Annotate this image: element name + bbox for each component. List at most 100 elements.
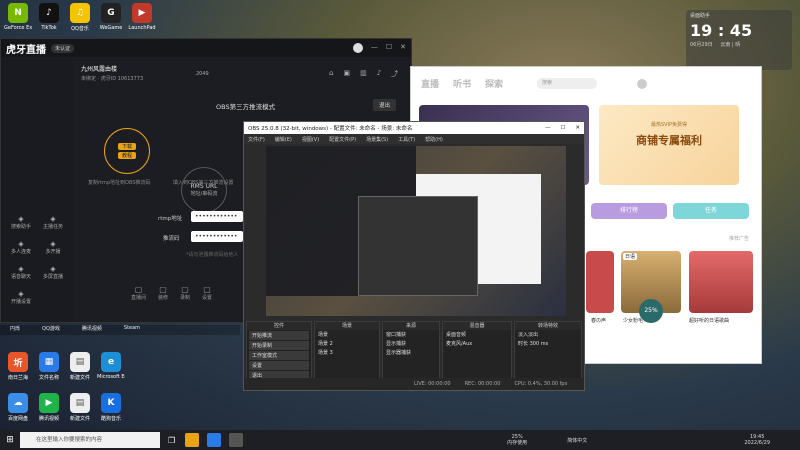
- sidebar-item[interactable]: ◈ 多人连麦: [5, 240, 37, 255]
- dock-row[interactable]: 工作室模式: [249, 351, 309, 360]
- windows-start-icon[interactable]: ⊞: [0, 435, 20, 445]
- desktop-icon[interactable]: N GeForce Experience: [4, 3, 32, 31]
- card-title: 春の声: [591, 318, 607, 324]
- taskbar-app-icon[interactable]: [229, 433, 244, 447]
- tab-2[interactable]: 探索: [485, 77, 503, 90]
- bottom-tool[interactable]: ▢ 装修: [158, 285, 168, 301]
- shelf-label[interactable]: QQ游戏: [42, 325, 60, 335]
- desktop-icon[interactable]: e Microsoft Edge: [97, 352, 125, 380]
- obs-menu-item[interactable]: 工具(T): [398, 136, 415, 143]
- dock-row[interactable]: 显示捕获: [383, 339, 439, 348]
- obs-menu-item[interactable]: 文件(F): [248, 136, 265, 143]
- stream-sidebar: ◈ 搜索助手 ◈ 主播任务 ◈ 多人连麦 ◈ 多开播 ◈ 语音聊天 ◈ 多屏直播 ◈ 开播设置: [1, 57, 73, 322]
- app-icon: ▶: [132, 3, 152, 23]
- sidebar-item[interactable]: ◈ 多屏直播: [37, 265, 69, 280]
- desktop-icon[interactable]: ▤ 新建文件: [66, 352, 94, 381]
- stream-key-input[interactable]: ••••••••••••: [191, 231, 243, 242]
- dock-row[interactable]: 时长 300 ms: [515, 339, 581, 348]
- tutorial-button[interactable]: 教程: [117, 152, 136, 159]
- dock-row[interactable]: 场景 3: [315, 348, 379, 357]
- sidebar-item[interactable]: ◈ 多开播: [37, 240, 69, 255]
- desktop-icon[interactable]: K 酷狗音乐: [97, 393, 125, 422]
- sidebar-item-icon: ◈: [18, 215, 24, 223]
- desktop-icon[interactable]: ♫ QQ音乐: [66, 3, 94, 32]
- obs-menu-item[interactable]: 编辑(E): [275, 136, 292, 143]
- dock-row[interactable]: 开始推流: [249, 331, 309, 340]
- obs-dock: 转场特效 淡入淡出 时长 300 ms: [514, 321, 582, 379]
- obs-dock: 混音器 桌面音频 麦克风/Aux: [442, 321, 512, 379]
- minimize-icon[interactable]: —: [371, 43, 378, 53]
- taskbar-app-icon[interactable]: [207, 433, 222, 447]
- bottom-tool[interactable]: ▢ 直播间: [131, 285, 146, 301]
- sidebar-item[interactable]: ◈ 开播设置: [5, 290, 37, 305]
- obs-menu-item[interactable]: 场景集(S): [366, 136, 388, 143]
- rtmp-input[interactable]: ••••••••••••: [191, 211, 243, 222]
- app-icon: ▤: [70, 393, 90, 413]
- dock-row[interactable]: 桌面音频: [443, 330, 511, 339]
- chart-icon[interactable]: ▥: [360, 69, 367, 79]
- close-icon[interactable]: ✕: [400, 43, 406, 53]
- search-input[interactable]: 搜索: [537, 78, 598, 89]
- obs-preview[interactable]: [266, 146, 566, 316]
- desktop-icon[interactable]: ♪ TikTok: [35, 3, 63, 31]
- desktop-icon[interactable]: ▶ LaunchPad: [128, 3, 156, 31]
- tool-icon: ▢: [181, 285, 189, 294]
- avatar[interactable]: [637, 78, 648, 89]
- sidebar-item[interactable]: ◈ 搜索助手: [5, 215, 37, 230]
- shelf-label[interactable]: 腾讯视频: [82, 325, 102, 335]
- obs-dock: 控件 开始推流 开始录制 工作室模式 设置 退出: [246, 321, 312, 380]
- dock-row[interactable]: 窗口捕获: [383, 330, 439, 339]
- bag-icon[interactable]: ▣: [343, 69, 350, 79]
- maximize-icon[interactable]: ☐: [386, 43, 392, 53]
- vip-banner[interactable]: 最热SVIP免费得 商铺专属福利: [599, 105, 739, 185]
- sidebar-item-icon: ◈: [18, 240, 24, 248]
- app-icon: K: [101, 393, 121, 413]
- verify-chip[interactable]: 未认证: [51, 43, 75, 53]
- obs-menu-item[interactable]: 帮助(H): [425, 136, 443, 143]
- shelf-label[interactable]: 円烁: [10, 325, 20, 335]
- sidebar-item[interactable]: ◈ 主播任务: [37, 215, 69, 230]
- desktop-icon-label: 酷狗音乐: [100, 416, 121, 422]
- dock-row[interactable]: 淡入淡出: [515, 330, 581, 339]
- dock-row[interactable]: 开始录制: [249, 341, 309, 350]
- dock-row[interactable]: 显示器捕获: [383, 348, 439, 357]
- tab-0[interactable]: 直播: [421, 77, 439, 90]
- exit-button[interactable]: 退出: [373, 99, 397, 111]
- dock-row[interactable]: 设置: [249, 361, 309, 370]
- close-icon[interactable]: ✕: [575, 125, 580, 131]
- shelf-label[interactable]: Steam: [124, 325, 140, 335]
- desktop-icon-label: 南日兰海: [7, 375, 28, 381]
- task-view-icon[interactable]: ❐: [168, 436, 175, 445]
- dock-row[interactable]: 场景 2: [315, 339, 379, 348]
- obs-menu-item[interactable]: 配置文件(P): [329, 136, 356, 143]
- bottom-tool[interactable]: ▢ 设置: [202, 285, 212, 301]
- desktop-icon[interactable]: G WeGame: [97, 3, 125, 31]
- minimize-icon[interactable]: —: [545, 125, 551, 131]
- bell-icon[interactable]: ♪: [377, 69, 381, 79]
- lang-indicator[interactable]: 简体中文: [567, 437, 587, 444]
- taskbar-search-input[interactable]: 在这里输入你要搜索的内容: [20, 432, 160, 448]
- desktop-icon[interactable]: ☁ 百度网盘: [4, 393, 32, 422]
- desktop-icon[interactable]: ▦ 文件名称: [35, 352, 63, 381]
- share-icon[interactable]: ⤴: [391, 69, 398, 79]
- widget-header: 桌面助手: [690, 13, 711, 19]
- sidebar-item[interactable]: ◈ 语音聊天: [5, 265, 37, 280]
- desktop-icon[interactable]: 圻南日兰海: [4, 352, 32, 381]
- dock-row[interactable]: 麦克风/Aux: [443, 339, 511, 348]
- app-icon: ▤: [70, 352, 90, 372]
- rank-button[interactable]: 排行榜: [591, 203, 667, 219]
- download-button[interactable]: 下载: [117, 143, 136, 150]
- desktop-icon[interactable]: ▤ 新建文件: [66, 393, 94, 422]
- obs-menu-item[interactable]: 视图(V): [302, 136, 319, 143]
- bottom-tool[interactable]: ▢ 录制: [180, 285, 190, 301]
- dock-row[interactable]: 场景: [315, 330, 379, 339]
- maximize-icon[interactable]: ☐: [560, 125, 565, 131]
- taskbar-app-icon[interactable]: [185, 433, 200, 447]
- gift-icon[interactable]: ⌂: [329, 69, 333, 79]
- live-card[interactable]: [586, 251, 614, 313]
- task-button[interactable]: 任务: [673, 203, 749, 219]
- avatar[interactable]: [352, 43, 363, 53]
- live-card[interactable]: [689, 251, 753, 313]
- desktop-icon[interactable]: ▶ 腾讯视频: [35, 393, 63, 422]
- tab-1[interactable]: 听书: [453, 77, 471, 90]
